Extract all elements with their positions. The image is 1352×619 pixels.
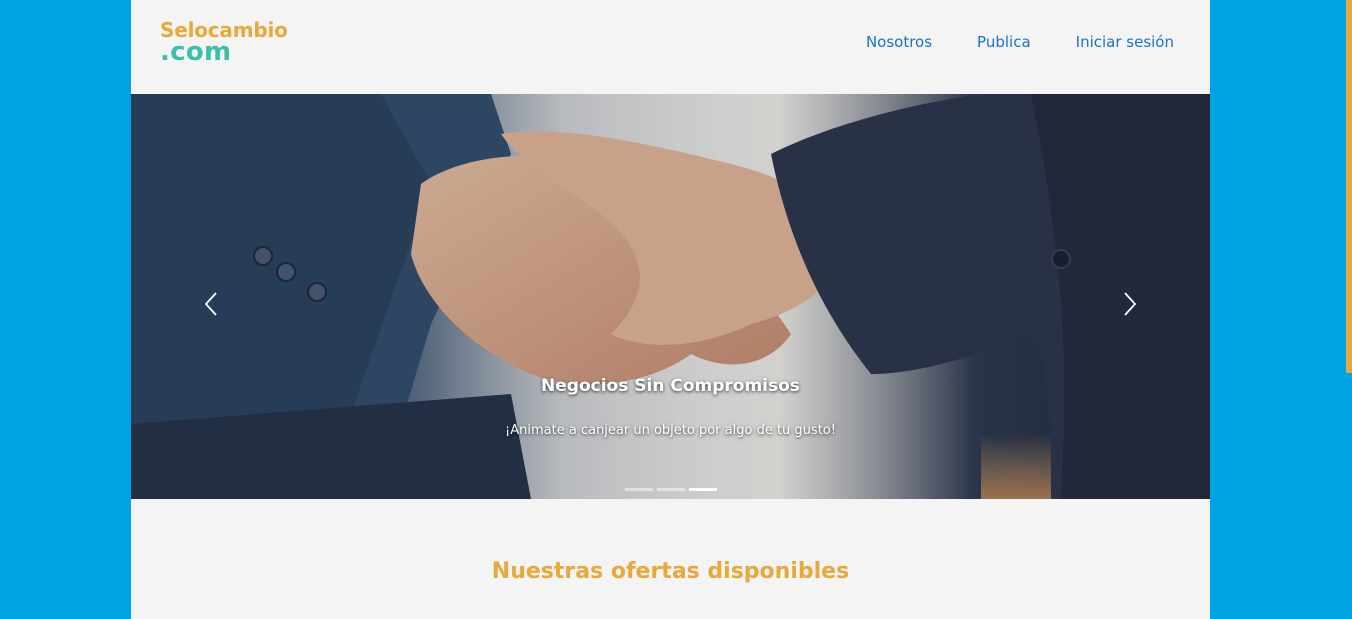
- carousel-caption: Negocios Sin Compromisos ¡Animate a canj…: [131, 376, 1210, 438]
- carousel-indicators: [131, 488, 1210, 491]
- nav-link-publica[interactable]: Publica: [977, 33, 1031, 51]
- caption-title: Negocios Sin Compromisos: [541, 376, 800, 396]
- carousel-indicator-2[interactable]: [656, 488, 685, 491]
- main-nav: Nosotros Publica Iniciar sesión: [866, 33, 1174, 51]
- chevron-right-icon: [1124, 292, 1137, 316]
- carousel-next-button[interactable]: [1110, 284, 1150, 324]
- carousel-prev-button[interactable]: [191, 284, 231, 324]
- navbar: Selocambio .com Nosotros Publica Iniciar…: [131, 0, 1210, 94]
- logo-name-bottom: .com: [160, 37, 232, 67]
- nav-link-login[interactable]: Iniciar sesión: [1076, 33, 1174, 51]
- handshake-photo: [131, 94, 1210, 499]
- carousel-indicator-3[interactable]: [688, 488, 717, 491]
- scroll-indicator[interactable]: [1346, 0, 1352, 373]
- caption-text: ¡Animate a canjear un objeto por algo de…: [505, 423, 836, 438]
- carousel-indicator-1[interactable]: [624, 488, 653, 491]
- site-logo[interactable]: Selocambio .com: [160, 20, 288, 65]
- chevron-left-icon: [204, 292, 217, 316]
- nav-link-nosotros[interactable]: Nosotros: [866, 33, 932, 51]
- offers-section-title: Nuestras ofertas disponibles: [491, 559, 850, 584]
- hero-carousel: Negocios Sin Compromisos ¡Animate a canj…: [131, 94, 1210, 499]
- page-container: Selocambio .com Nosotros Publica Iniciar…: [131, 0, 1210, 619]
